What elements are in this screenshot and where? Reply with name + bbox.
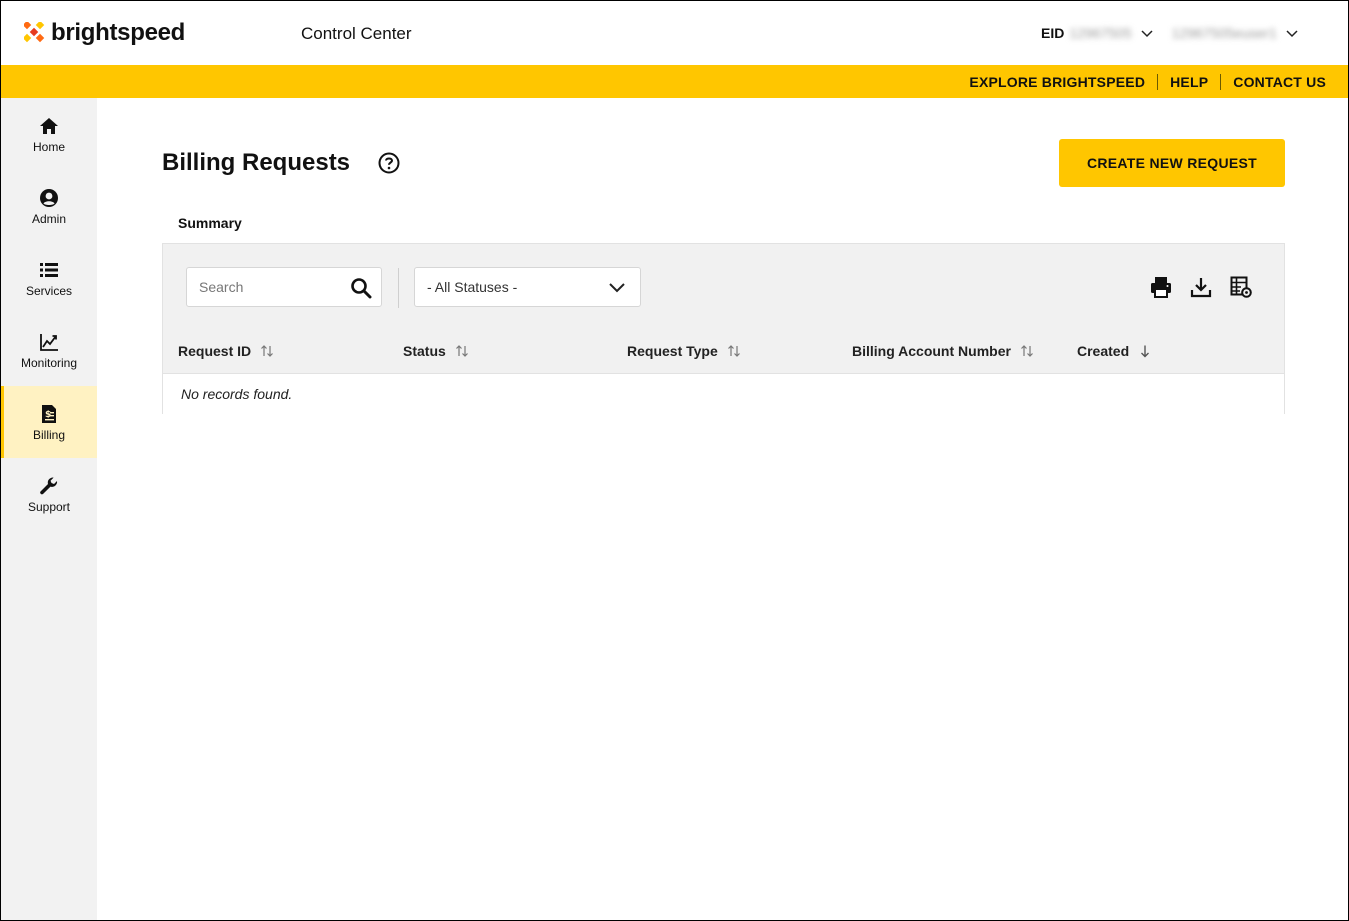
search-box <box>186 267 382 307</box>
column-header-created[interactable]: Created <box>1077 343 1152 359</box>
print-icon[interactable] <box>1150 276 1172 298</box>
tab-summary[interactable]: Summary <box>178 215 242 231</box>
page-title: Billing Requests <box>162 149 351 176</box>
empty-state-message: No records found. <box>181 386 293 402</box>
toolbar-divider <box>398 268 399 308</box>
column-header-request-type[interactable]: Request Type <box>627 343 741 359</box>
home-icon <box>38 115 60 137</box>
column-label: Request Type <box>627 343 718 359</box>
nav-contact-us[interactable]: CONTACT US <box>1221 74 1326 90</box>
search-icon[interactable] <box>350 277 372 299</box>
nav-help[interactable]: HELP <box>1158 74 1220 90</box>
column-header-status[interactable]: Status <box>403 343 469 359</box>
sidebar-item-home[interactable]: Home <box>1 98 97 170</box>
sort-icon <box>455 345 468 357</box>
sort-icon <box>261 345 274 357</box>
chevron-down-icon[interactable] <box>1140 26 1154 40</box>
sidebar-item-admin[interactable]: Admin <box>1 170 97 242</box>
chevron-down-icon <box>609 283 625 293</box>
column-label: Status <box>403 343 446 359</box>
chart-line-icon <box>38 331 60 353</box>
brand-name: brightspeed <box>51 19 186 46</box>
app-header: brightspeed Control Center EID 12967505 … <box>1 1 1348 65</box>
column-label: Created <box>1077 343 1130 359</box>
sort-icon <box>727 345 740 357</box>
chevron-down-icon[interactable] <box>1285 26 1299 40</box>
sidebar: Home Admin Services Monitoring $ Billing… <box>1 98 97 920</box>
column-header-request-id[interactable]: Request ID <box>178 343 274 359</box>
sort-descending-icon <box>1141 345 1150 358</box>
wrench-icon <box>38 475 60 497</box>
brand-logo[interactable]: brightspeed <box>24 19 185 47</box>
sidebar-item-label: Support <box>27 499 71 514</box>
sidebar-item-label: Monitoring <box>20 355 78 370</box>
help-circle-icon[interactable] <box>378 152 400 174</box>
sidebar-item-monitoring[interactable]: Monitoring <box>1 314 97 386</box>
sidebar-item-label: Home <box>32 139 65 154</box>
column-header-billing-account-number[interactable]: Billing Account Number <box>852 343 1034 359</box>
billing-file-icon: $ <box>38 403 60 425</box>
user-value[interactable]: 12967505euser1 <box>1172 25 1277 41</box>
status-filter-value: - All Statuses - <box>427 279 518 295</box>
sidebar-item-label: Admin <box>31 211 66 226</box>
nav-explore-brightspeed[interactable]: EXPLORE BRIGHTSPEED <box>957 74 1157 90</box>
user-circle-icon <box>38 187 60 209</box>
sidebar-item-label: Services <box>25 283 72 298</box>
table-body: No records found. <box>163 373 1284 414</box>
status-filter-select[interactable]: - All Statuses - <box>414 267 641 307</box>
eid-value[interactable]: 12967505 <box>1069 25 1131 41</box>
list-icon <box>38 259 60 281</box>
column-label: Billing Account Number <box>852 343 1011 359</box>
sidebar-item-support[interactable]: Support <box>1 458 97 530</box>
app-title: Control Center <box>301 24 412 43</box>
account-selector: EID 12967505 12967505euser1 <box>1041 25 1299 41</box>
sidebar-item-services[interactable]: Services <box>1 242 97 314</box>
sort-icon <box>1021 345 1033 357</box>
brightspeed-logo-icon <box>24 22 45 43</box>
requests-table-panel: - All Statuses - Request ID Status Reque… <box>162 243 1285 414</box>
create-new-request-button[interactable]: CREATE NEW REQUEST <box>1059 139 1285 187</box>
sidebar-item-billing[interactable]: $ Billing <box>1 386 97 458</box>
eid-label: EID <box>1041 25 1065 41</box>
sidebar-item-label: Billing <box>32 427 65 442</box>
search-input[interactable] <box>187 279 337 295</box>
top-nav-bar: EXPLORE BRIGHTSPEED HELP CONTACT US <box>1 65 1348 98</box>
table-settings-icon[interactable] <box>1230 276 1252 298</box>
download-icon[interactable] <box>1190 276 1212 298</box>
column-label: Request ID <box>178 343 252 359</box>
